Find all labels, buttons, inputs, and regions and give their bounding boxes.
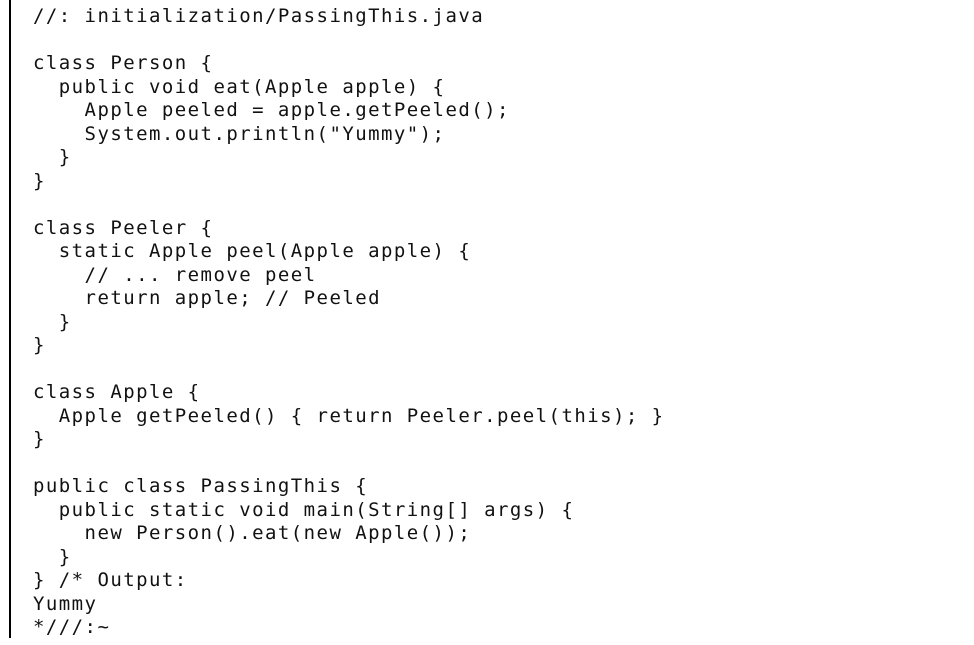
code-line: public class PassingThis { [33, 475, 369, 497]
code-line: // ... remove peel [33, 263, 317, 286]
code-line: return apple; // Peeled [33, 287, 382, 309]
code-line: *///:~ [33, 616, 111, 638]
code-line: class Person { [33, 52, 214, 74]
code-line: public static void main(String[] args) { [33, 498, 575, 521]
document-page: //: initialization/PassingThis.java clas… [0, 0, 974, 645]
margin-rule [9, 0, 11, 638]
code-line: public void eat(Apple apple) { [33, 75, 446, 98]
code-listing: //: initialization/PassingThis.java clas… [33, 5, 665, 640]
code-line: class Peeler { [33, 216, 214, 239]
code-line: static Apple peel(Apple apple) { [33, 240, 472, 262]
code-line: } [33, 545, 72, 568]
code-line: System.out.println("Yummy"); [33, 122, 446, 145]
code-line: } /* Output: [33, 569, 188, 591]
code-line: Apple getPeeled() { return Peeler.peel(t… [33, 404, 665, 427]
code-line: class Apple { [33, 381, 201, 403]
code-line: } [33, 169, 46, 192]
code-line: } [33, 428, 46, 450]
code-line: Apple peeled = apple.getPeeled(); [33, 99, 510, 121]
code-line: } [33, 310, 72, 333]
code-line: } [33, 334, 46, 356]
code-line: Yummy [33, 592, 98, 615]
code-line: } [33, 146, 72, 168]
code-line: new Person().eat(new Apple()); [33, 522, 472, 544]
code-line: //: initialization/PassingThis.java [33, 5, 485, 27]
